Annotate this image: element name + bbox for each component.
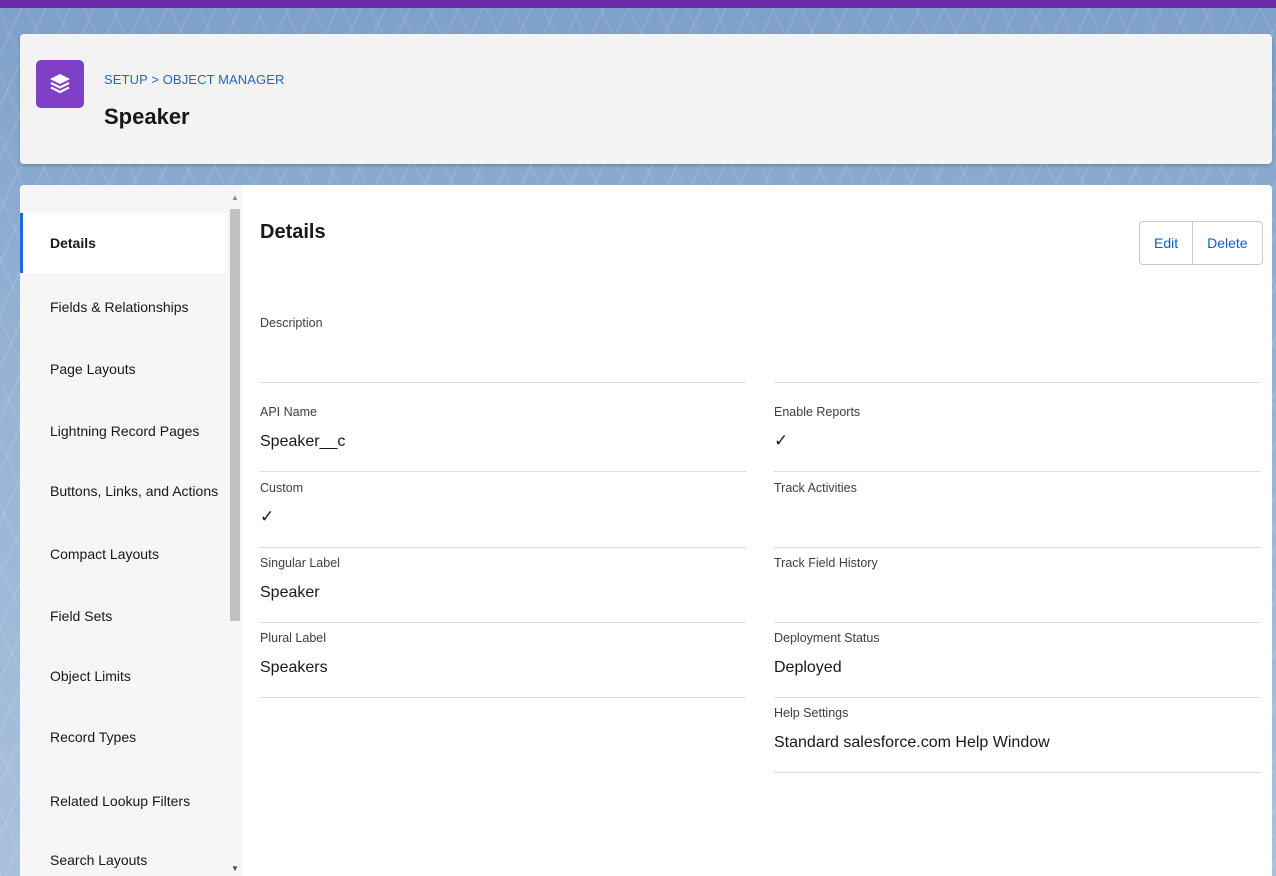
- field-description-right-spacer: [774, 308, 1260, 383]
- sidebar-item-record-types[interactable]: Record Types: [20, 707, 228, 767]
- sidebar-item-fields-relationships[interactable]: Fields & Relationships: [20, 277, 228, 337]
- sidebar-item-compact-layouts[interactable]: Compact Layouts: [20, 524, 228, 584]
- field-label: Plural Label: [260, 631, 327, 645]
- section-title: Details: [260, 221, 326, 243]
- sidebar-item-label: Object Limits: [50, 668, 131, 684]
- field-label: Track Field History: [774, 556, 878, 570]
- sidebar-item-label: Buttons, Links, and Actions: [50, 483, 219, 499]
- field-value: Standard salesforce.com Help Window: [774, 734, 1050, 751]
- delete-button[interactable]: Delete: [1192, 222, 1261, 264]
- field-label: Enable Reports: [774, 405, 861, 419]
- field-custom: Custom ✓: [260, 473, 746, 548]
- scroll-down-arrow-icon[interactable]: ▼: [230, 864, 240, 874]
- field-value: Deployed: [774, 659, 842, 676]
- field-track-activities: Track Activities: [774, 473, 1260, 548]
- field-label: Help Settings: [774, 706, 849, 720]
- field-label: Singular Label: [260, 556, 340, 570]
- field-value: Speaker__c: [260, 433, 346, 450]
- field-singular-label: Singular Label Speaker: [260, 548, 746, 623]
- edit-button[interactable]: Edit: [1140, 222, 1192, 264]
- sidebar-item-label: Search Layouts: [50, 852, 148, 868]
- sidebar-item-label: Details: [50, 235, 96, 251]
- field-value: Speakers: [260, 659, 328, 676]
- checkmark-icon: ✓: [774, 431, 789, 450]
- field-plural-label: Plural Label Speakers: [260, 623, 746, 698]
- details-panel: Details Edit Delete Description API Name…: [242, 185, 1272, 876]
- field-value: Speaker: [260, 584, 320, 601]
- sidebar-item-label: Field Sets: [50, 608, 113, 624]
- sidebar-item-lightning-record-pages[interactable]: Lightning Record Pages: [20, 401, 228, 461]
- field-help-settings: Help Settings Standard salesforce.com He…: [774, 698, 1260, 773]
- sidebar-item-label: Record Types: [50, 729, 137, 745]
- field-label: Custom: [260, 481, 304, 495]
- sidebar-item-page-layouts[interactable]: Page Layouts: [20, 339, 228, 399]
- breadcrumb[interactable]: SETUP > OBJECT MANAGER: [104, 72, 285, 87]
- field-label: Track Activities: [774, 481, 857, 495]
- sidebar: Details Fields & Relationships Page Layo…: [20, 185, 242, 876]
- page-header: SETUP > OBJECT MANAGER Speaker: [20, 34, 1272, 164]
- sidebar-item-buttons-links-actions[interactable]: Buttons, Links, and Actions: [20, 461, 228, 521]
- sidebar-item-search-layouts[interactable]: Search Layouts: [20, 830, 228, 876]
- sidebar-item-details[interactable]: Details: [20, 213, 228, 273]
- content-panel: Details Fields & Relationships Page Layo…: [20, 185, 1272, 876]
- action-button-group: Edit Delete: [1139, 221, 1263, 265]
- field-enable-reports: Enable Reports ✓: [774, 397, 1260, 472]
- sidebar-item-label: Lightning Record Pages: [50, 423, 200, 439]
- field-api-name: API Name Speaker__c: [260, 397, 746, 472]
- sidebar-item-label: Compact Layouts: [50, 546, 159, 562]
- field-label: Deployment Status: [774, 631, 880, 645]
- sidebar-item-object-limits[interactable]: Object Limits: [20, 646, 228, 706]
- sidebar-item-label: Page Layouts: [50, 361, 136, 377]
- sidebar-item-field-sets[interactable]: Field Sets: [20, 586, 228, 646]
- sidebar-item-label: Related Lookup Filters: [50, 793, 191, 809]
- field-deployment-status: Deployment Status Deployed: [774, 623, 1260, 698]
- brand-stripe: [0, 0, 1276, 8]
- scroll-thumb[interactable]: [230, 209, 240, 621]
- layers-icon: [36, 60, 84, 108]
- page-title: Speaker: [104, 104, 190, 129]
- scroll-up-arrow-icon[interactable]: ▲: [230, 193, 240, 203]
- field-description: Description: [260, 308, 746, 383]
- field-track-field-history: Track Field History: [774, 548, 1260, 623]
- field-label: Description: [260, 316, 323, 330]
- sidebar-item-related-lookup-filters[interactable]: Related Lookup Filters: [20, 771, 228, 831]
- sidebar-item-label: Fields & Relationships: [50, 299, 189, 315]
- checkmark-icon: ✓: [260, 507, 275, 526]
- sidebar-scrollbar[interactable]: ▲ ▼: [228, 185, 242, 876]
- field-label: API Name: [260, 405, 317, 419]
